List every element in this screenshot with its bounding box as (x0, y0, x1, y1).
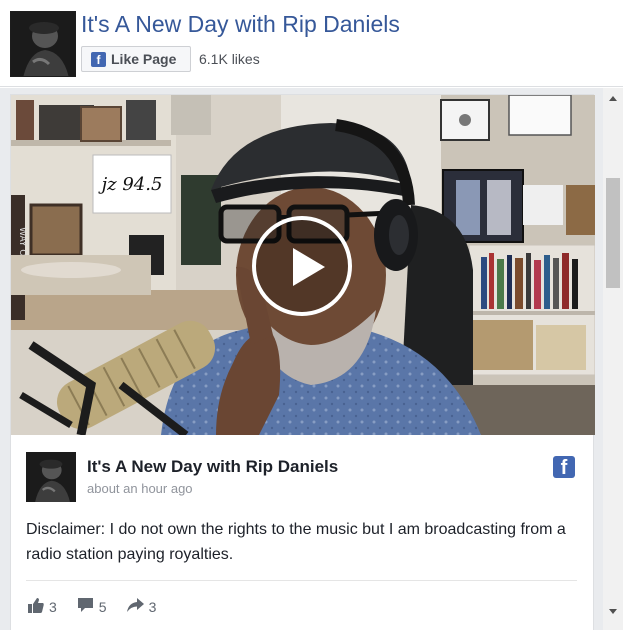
post-actions: 3 5 3 (28, 597, 156, 616)
station-sign: jz 94.5 (98, 174, 163, 195)
comment-icon (77, 597, 94, 616)
play-button[interactable] (252, 216, 352, 316)
scroll-down-arrow[interactable] (603, 603, 623, 620)
facebook-icon[interactable]: f (553, 456, 575, 479)
scrollbar[interactable] (603, 88, 623, 630)
post-text: Disclaimer: I do not own the rights to t… (26, 521, 566, 563)
share-action[interactable]: 3 (126, 597, 157, 616)
scroll-thumb[interactable] (606, 178, 620, 288)
comment-action[interactable]: 5 (77, 597, 107, 616)
feed-area: jz 94.5 WAY OF LIFE (0, 88, 603, 630)
like-count: 3 (49, 598, 57, 615)
share-count: 3 (148, 598, 157, 615)
divider (26, 580, 577, 581)
video-player[interactable]: jz 94.5 WAY OF LIFE (11, 95, 595, 435)
page-likes-count: 6.1K likes (199, 51, 260, 67)
post-card: jz 94.5 WAY OF LIFE (10, 94, 595, 630)
play-icon (293, 248, 325, 286)
post-timestamp[interactable]: about an hour ago (87, 481, 193, 496)
scroll-up-arrow[interactable] (603, 90, 623, 107)
page-plugin-header: It's A New Day with Rip Daniels f Like P… (0, 0, 623, 87)
like-action[interactable]: 3 (28, 597, 57, 616)
comment-count: 5 (98, 598, 107, 615)
thumbs-up-icon (28, 597, 44, 616)
page-avatar[interactable] (10, 11, 76, 77)
share-icon (126, 598, 144, 615)
post-author-avatar[interactable] (26, 452, 76, 502)
page-title-link[interactable]: It's A New Day with Rip Daniels (81, 11, 400, 38)
like-page-label: Like Page (111, 51, 177, 67)
like-page-button[interactable]: f Like Page (81, 46, 191, 72)
post-author-name[interactable]: It's A New Day with Rip Daniels (87, 457, 338, 477)
facebook-icon: f (91, 51, 106, 67)
